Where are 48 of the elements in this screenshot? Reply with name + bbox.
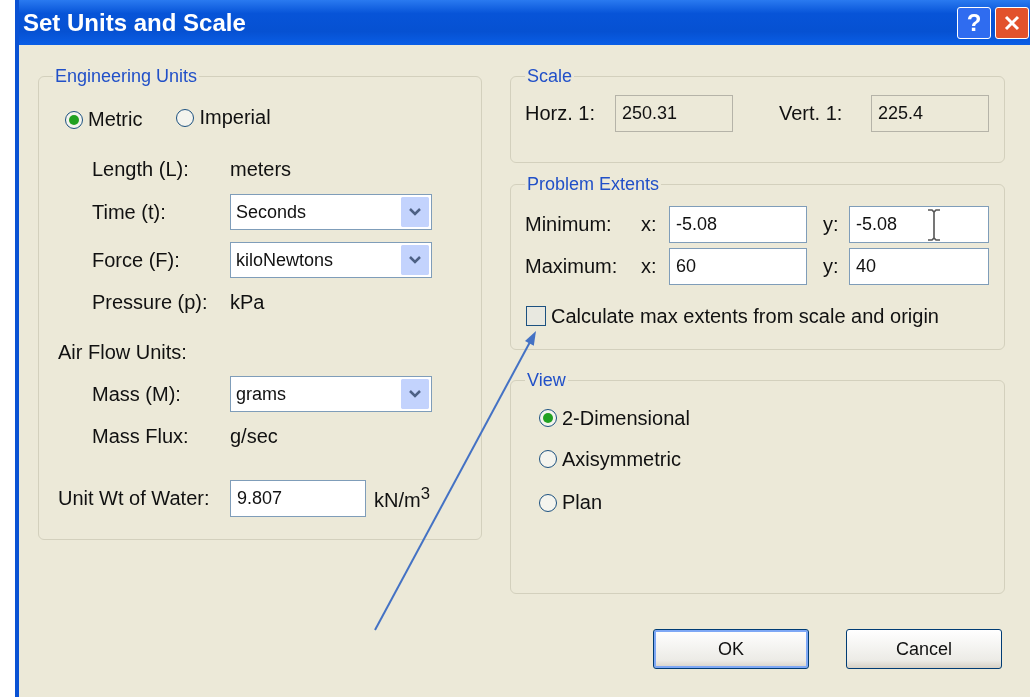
section-heading: Air Flow Units: <box>58 340 187 364</box>
text-field[interactable]: -5.08 <box>669 206 807 243</box>
axis-label: x: <box>641 255 658 278</box>
dropdown[interactable]: kiloNewtons <box>230 242 432 278</box>
window-title: Set Units and Scale <box>23 8 247 37</box>
unit-value: kPa <box>230 290 265 314</box>
dropdown[interactable]: grams <box>230 376 432 412</box>
text-cursor-icon <box>927 209 941 241</box>
radio-button[interactable]: Imperial <box>176 106 271 130</box>
cancel-button[interactable]: Cancel <box>846 629 1002 669</box>
radio-button[interactable]: 2-Dimensional <box>539 406 690 430</box>
text-field[interactable]: 9.807 <box>230 479 366 517</box>
field-label: Force (F): <box>92 248 181 272</box>
field-label: Maximum: <box>525 255 619 278</box>
chevron-down-icon <box>401 245 429 275</box>
axis-label: y: <box>823 213 840 236</box>
dropdown[interactable]: Seconds <box>230 194 432 230</box>
field-label: Horz. 1: <box>525 102 597 125</box>
field-label: Unit Wt of Water: <box>58 486 211 510</box>
ok-button[interactable]: OK <box>653 629 809 669</box>
help-button[interactable]: ? <box>957 6 991 39</box>
group-title: Scale <box>526 66 574 87</box>
unit-label: kN/m$^{3}$ <box>374 484 430 512</box>
axis-label: x: <box>641 213 658 236</box>
close-icon <box>1003 13 1021 32</box>
axis-label: y: <box>823 255 840 278</box>
group-title: Engineering Units <box>54 66 199 87</box>
field-label: Minimum: <box>525 213 613 236</box>
group-title: View <box>526 370 567 391</box>
radio-button[interactable]: Plan <box>539 491 603 514</box>
field-label: Length (L): <box>92 157 190 181</box>
field-label: Mass Flux: <box>92 424 190 448</box>
chevron-down-icon <box>401 379 429 409</box>
field-label: Time (t): <box>92 200 167 224</box>
field-label: Mass (M): <box>92 382 182 406</box>
group-title: Problem Extents <box>526 174 661 195</box>
field-label: Pressure (p): <box>92 290 209 314</box>
text-field[interactable]: 40 <box>849 248 989 285</box>
unit-value: g/sec <box>230 424 278 448</box>
text-field[interactable]: -5.08 <box>849 206 989 243</box>
radio-button[interactable]: Metric <box>65 108 143 132</box>
text-field[interactable]: 60 <box>669 248 807 285</box>
close-button[interactable] <box>995 6 1029 39</box>
checkbox[interactable]: Calculate max extents from scale and origin <box>526 304 939 328</box>
field-label: Vert. 1: <box>779 102 844 125</box>
radio-button[interactable]: Axisymmetric <box>539 447 681 471</box>
unit-value: meters <box>230 157 292 181</box>
chevron-down-icon <box>401 197 429 227</box>
